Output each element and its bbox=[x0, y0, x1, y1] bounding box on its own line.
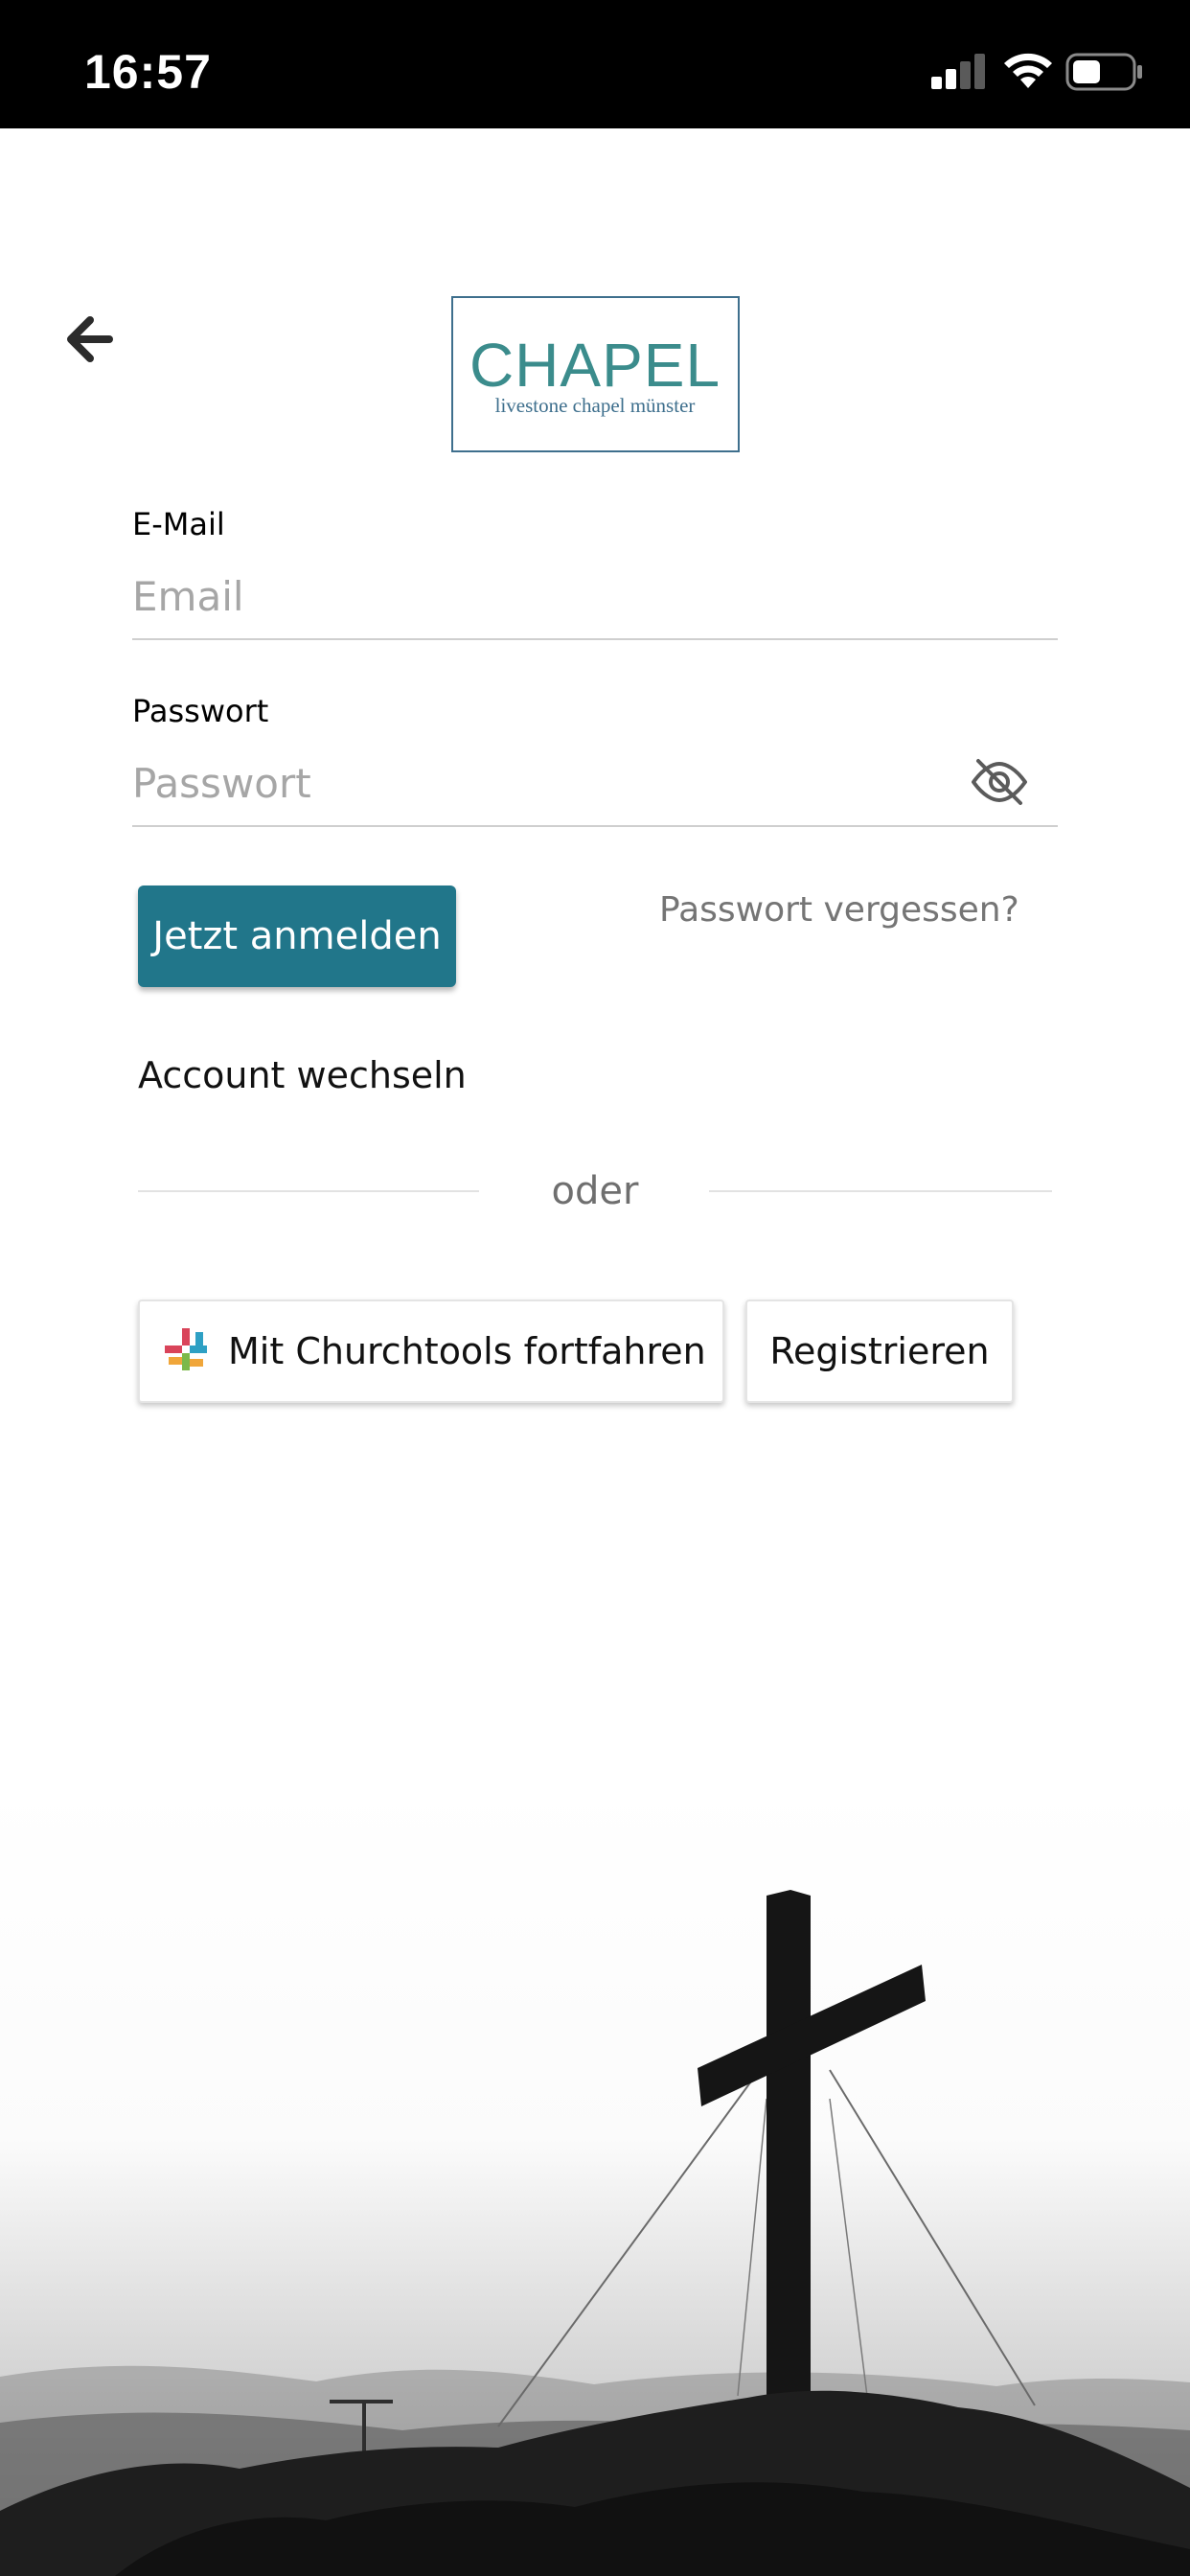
logo-brand-text: CHAPEL bbox=[469, 331, 721, 400]
switch-account-link[interactable]: Account wechseln bbox=[138, 1046, 467, 1104]
cellular-signal-icon bbox=[931, 54, 985, 89]
register-button[interactable]: Registrieren bbox=[745, 1300, 1014, 1403]
password-label: Passwort bbox=[132, 693, 269, 729]
status-bar: 16:57 bbox=[0, 0, 1190, 128]
chapel-logo-graphic: CHAPEL livestone chapel münster bbox=[469, 331, 721, 417]
churchtools-button-label: Mit Churchtools fortfahren bbox=[228, 1330, 706, 1372]
status-time: 16:57 bbox=[84, 45, 212, 99]
arrow-left-icon bbox=[67, 316, 113, 362]
logo-tagline-text: livestone chapel münster bbox=[495, 394, 696, 417]
battery-icon bbox=[1065, 53, 1142, 91]
divider-line-right bbox=[709, 1190, 1052, 1192]
divider-text: oder bbox=[551, 1169, 639, 1213]
wifi-icon bbox=[1004, 53, 1052, 88]
divider-line-left bbox=[138, 1190, 479, 1192]
chapel-logo: CHAPEL livestone chapel münster bbox=[451, 296, 740, 452]
churchtools-login-button[interactable]: Mit Churchtools fortfahren bbox=[138, 1300, 724, 1403]
email-input[interactable] bbox=[132, 554, 1058, 640]
login-button[interactable]: Jetzt anmelden bbox=[138, 886, 456, 987]
eye-slash-icon bbox=[972, 759, 1027, 805]
email-label: E-Mail bbox=[132, 506, 225, 542]
password-visibility-toggle[interactable] bbox=[970, 755, 1029, 809]
churchtools-logo-icon bbox=[165, 1328, 207, 1370]
forgot-password-link[interactable]: Passwort vergessen? bbox=[659, 884, 1023, 937]
password-input[interactable] bbox=[132, 741, 1058, 827]
back-button[interactable] bbox=[56, 307, 121, 372]
summit-cross-background-image bbox=[0, 1782, 1190, 2576]
